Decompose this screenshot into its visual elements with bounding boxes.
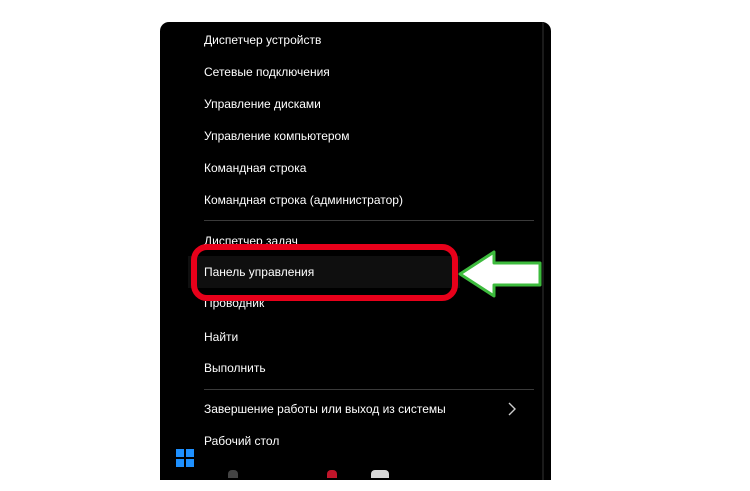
menu-item-run[interactable]: Выполнить — [204, 352, 534, 384]
menu-item-command-prompt[interactable]: Командная строка — [204, 152, 534, 184]
arrow-left-icon — [458, 250, 542, 298]
menu-item-computer-management[interactable]: Управление компьютером — [204, 120, 534, 152]
menu-item-disk-management[interactable]: Управление дисками — [204, 88, 534, 120]
menu-item-command-prompt-admin[interactable]: Командная строка (администратор) — [204, 184, 534, 216]
menu-separator — [204, 389, 534, 390]
menu-item-shutdown-or-sign-out[interactable]: Завершение работы или выход из системы — [204, 393, 534, 425]
menu-item-explorer[interactable]: Проводник — [204, 301, 404, 312]
menu-item-device-manager[interactable]: Диспетчер устройств — [204, 24, 534, 56]
menu-item-search[interactable]: Найти — [204, 321, 534, 353]
menu-item-desktop[interactable]: Рабочий стол — [204, 425, 534, 457]
taskbar-icon[interactable] — [371, 470, 389, 478]
taskbar-icon[interactable] — [228, 470, 238, 478]
chevron-right-icon — [508, 402, 516, 416]
menu-separator — [204, 220, 534, 221]
menu-item-label: Завершение работы или выход из системы — [204, 402, 446, 416]
windows-logo-icon[interactable] — [176, 449, 194, 467]
menu-item-network-connections[interactable]: Сетевые подключения — [204, 56, 534, 88]
highlight-outline — [191, 244, 458, 301]
taskbar-icon[interactable] — [327, 470, 337, 478]
